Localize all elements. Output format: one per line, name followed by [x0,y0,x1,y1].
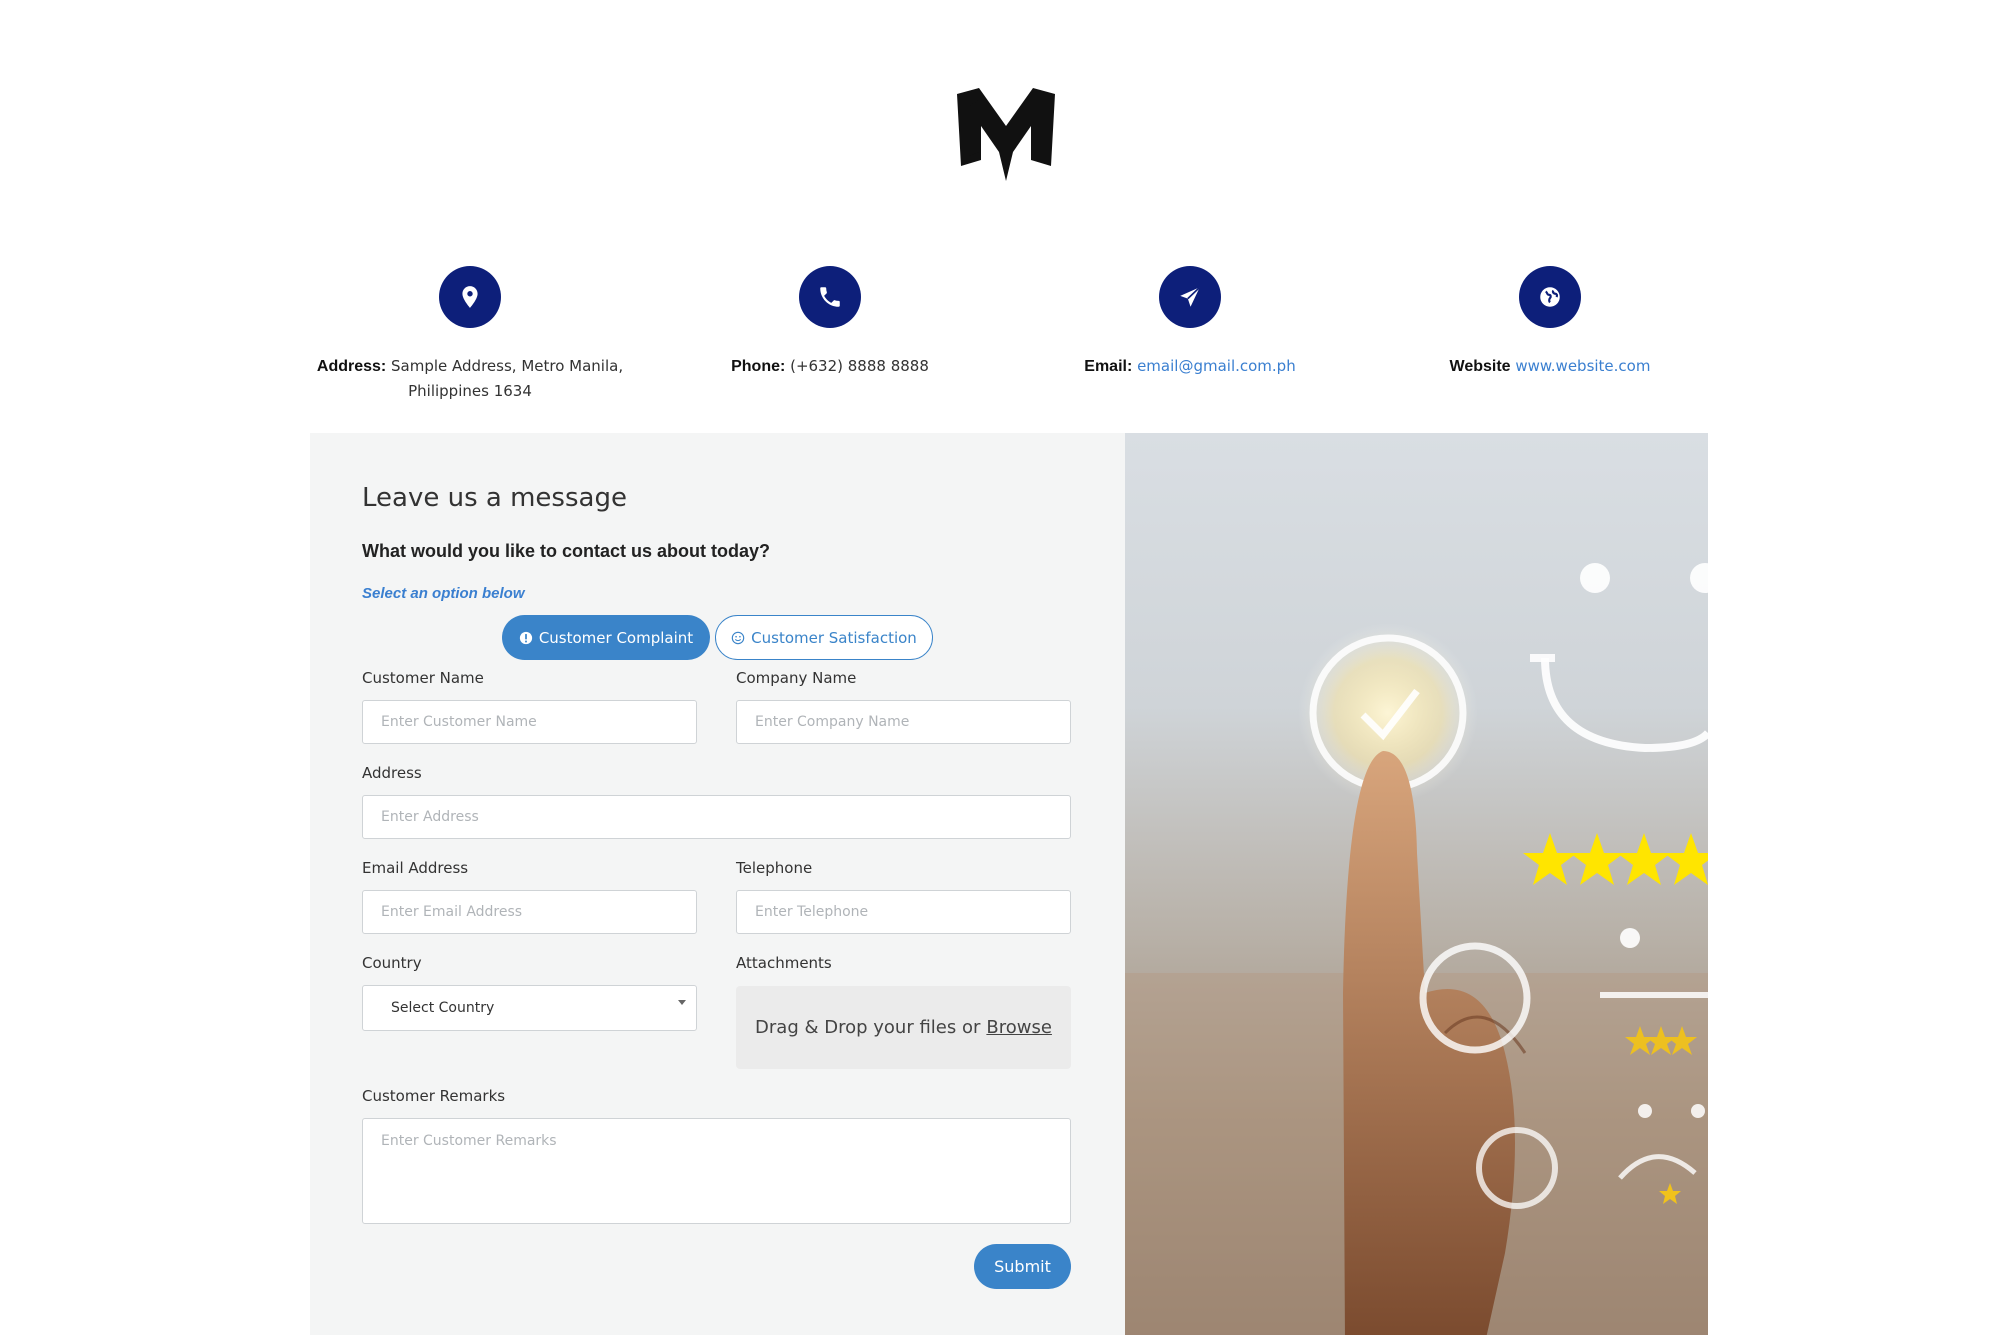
contact-address: Address: Sample Address, Metro Manila, P… [290,266,650,403]
phone-label: Phone: [731,358,786,375]
form-title: Leave us a message [362,483,627,513]
form-question: What would you like to contact us about … [362,541,771,561]
attachments-dropzone[interactable]: Drag & Drop your files or Browse [736,986,1071,1069]
location-pin-icon [439,266,501,328]
contact-form: Leave us a message What would you like t… [310,433,1125,1335]
country-select[interactable]: Select Country [362,985,697,1031]
m-logo-icon [957,88,1055,181]
address-input[interactable]: Enter Address [362,795,1071,839]
customer-satisfaction-button[interactable]: Customer Satisfaction [715,615,933,660]
phone-value: (+632) 8888 8888 [790,357,929,375]
contact-website: Website www.website.com [1370,266,1730,379]
customer-complaint-button[interactable]: Customer Complaint [502,615,710,660]
address-value: Sample Address, Metro Manila, [391,357,624,375]
telephone-label: Telephone [736,859,813,877]
browse-link[interactable]: Browse [986,1017,1052,1038]
country-select-value: Select Country [391,1000,495,1016]
email-label: Email: [1084,358,1133,375]
company-name-label: Company Name [736,669,857,687]
contact-email: Email: email@gmail.com.ph [1010,266,1370,379]
paper-plane-icon [1159,266,1221,328]
brand-logo [953,86,1059,186]
customer-name-input[interactable]: Enter Customer Name [362,700,697,744]
email-address-label: Email Address [362,859,469,877]
email-link[interactable]: email@gmail.com.ph [1137,357,1296,375]
form-hint: Select an option below [362,585,525,602]
customer-complaint-label: Customer Complaint [538,628,694,647]
country-label: Country [362,954,422,972]
smile-icon [731,631,745,644]
address-label: Address: [316,358,387,375]
customer-remarks-label: Customer Remarks [362,1087,506,1105]
address-value-line2: Philippines 1634 [408,382,532,400]
website-link[interactable]: www.website.com [1515,357,1650,375]
email-address-input[interactable]: Enter Email Address [362,890,697,934]
customer-satisfaction-label: Customer Satisfaction [751,628,917,647]
submit-button[interactable]: Submit [974,1244,1071,1289]
website-label: Website [1449,358,1511,375]
address-field-label: Address [362,764,422,782]
customer-remarks-textarea[interactable]: Enter Customer Remarks [362,1118,1071,1224]
exclamation-circle-icon [519,631,532,644]
customer-name-label: Customer Name [362,669,484,687]
chevron-down-icon [678,1000,686,1005]
attachments-label: Attachments [736,954,832,972]
telephone-input[interactable]: Enter Telephone [736,890,1071,934]
phone-icon [799,266,861,328]
company-name-input[interactable]: Enter Company Name [736,700,1071,744]
hero-image [1125,433,1708,1335]
globe-icon [1519,266,1581,328]
customer-rating-illustration [1125,563,1708,1335]
contact-phone: Phone: (+632) 8888 8888 [650,266,1010,379]
dropzone-text: Drag & Drop your files or [755,1017,981,1038]
